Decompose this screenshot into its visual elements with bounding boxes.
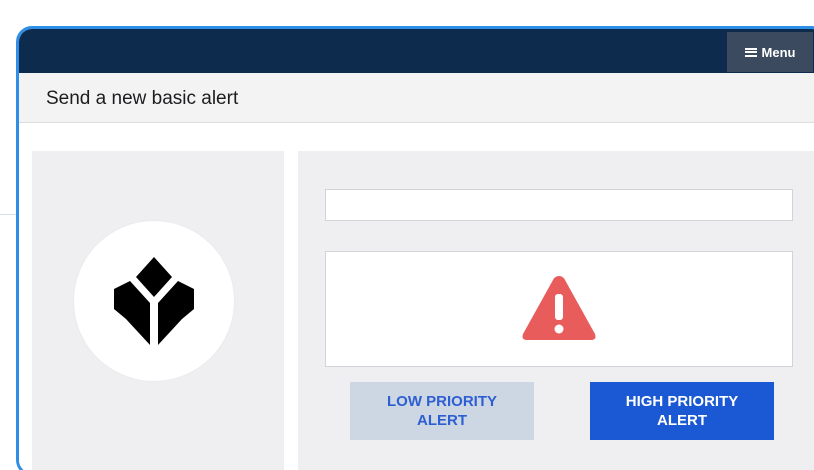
page-title: Send a new basic alert [46,88,239,109]
hamburger-icon [744,47,757,57]
high-priority-alert-button[interactable]: HIGH PRIORITY ALERT [590,382,774,440]
main-content: LOW PRIORITY ALERT HIGH PRIORITY ALERT [19,123,814,470]
alert-message-input[interactable] [325,189,793,221]
menu-button[interactable]: Menu [727,32,813,72]
logo-panel [32,151,284,470]
top-navigation-bar: Menu [19,29,814,73]
app-window: Menu Send a new basic alert LOW PRIORITY… [16,26,814,470]
app-stage: Menu Send a new basic alert LOW PRIORITY… [0,0,814,470]
logo-badge [74,221,234,381]
tulip-logo-icon [114,257,194,345]
warning-triangle-icon [522,276,596,340]
alert-panel: LOW PRIORITY ALERT HIGH PRIORITY ALERT [298,151,814,470]
page-header: Send a new basic alert [19,73,814,123]
menu-button-label: Menu [761,44,796,60]
low-priority-alert-button[interactable]: LOW PRIORITY ALERT [350,382,534,440]
alert-preview-box [325,251,793,367]
